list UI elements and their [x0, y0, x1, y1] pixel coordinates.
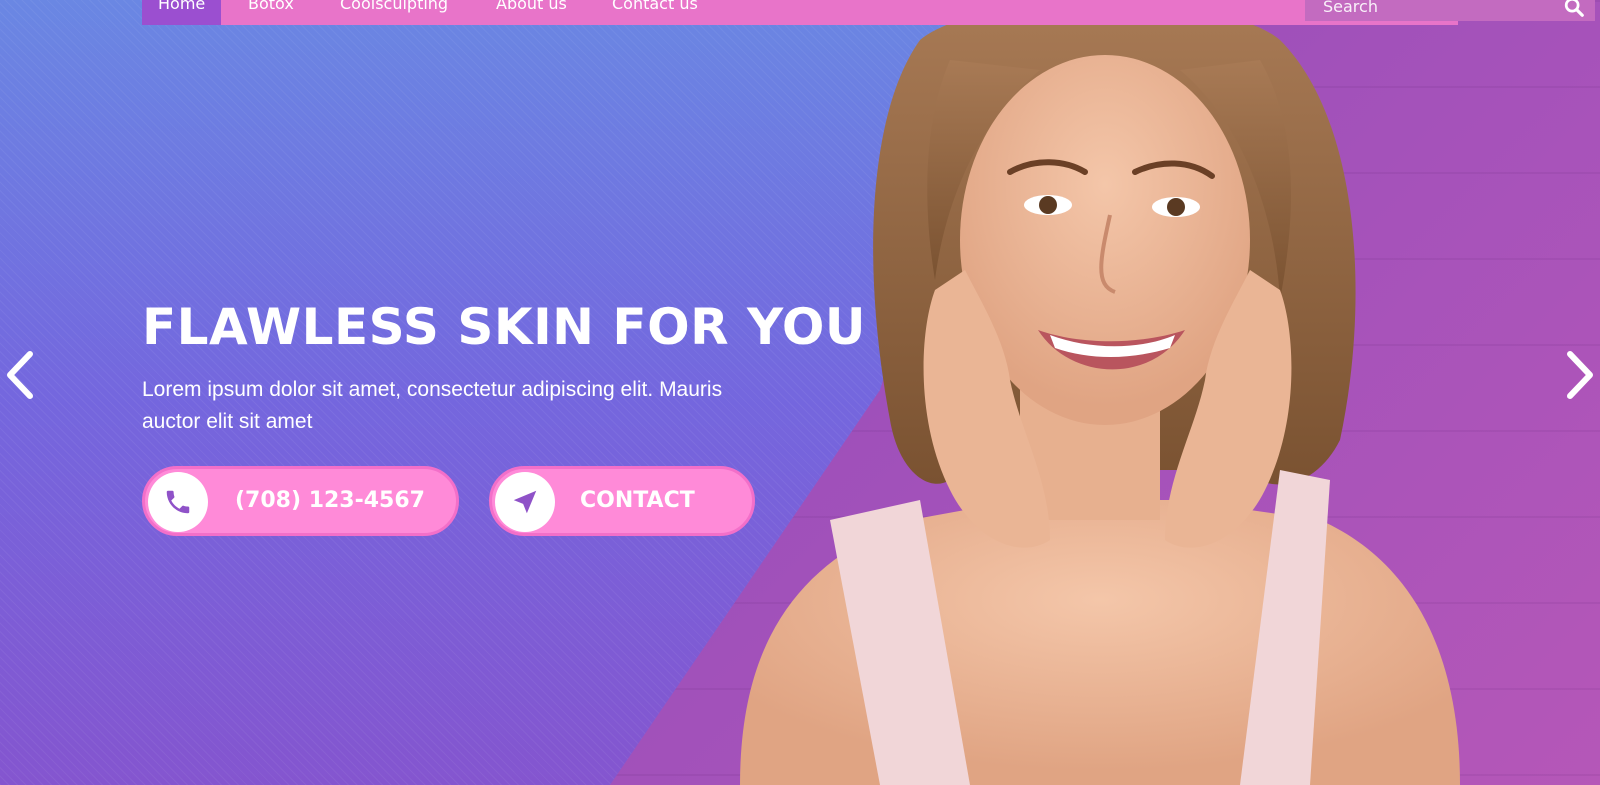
hero-title: FLAWLESS SKIN FOR YOU [142, 298, 867, 356]
chevron-right-icon[interactable] [1558, 350, 1598, 400]
nav-item-coolsculpting[interactable]: Coolsculpting [324, 0, 464, 25]
nav-item-home[interactable]: Home [142, 0, 222, 25]
contact-button[interactable]: CONTACT [489, 466, 755, 536]
phone-button[interactable]: (708) 123-4567 [142, 466, 459, 536]
hero-subtitle: Lorem ipsum dolor sit amet, consectetur … [142, 378, 723, 433]
contact-icon-circle [495, 472, 555, 532]
chevron-left-icon[interactable] [2, 350, 42, 400]
nav-item-about-us[interactable]: About us [480, 0, 583, 25]
nav-item-botox[interactable]: Botox [232, 0, 310, 25]
phone-icon-circle [148, 472, 208, 532]
navigation-arrow-icon [513, 490, 537, 514]
phone-icon [166, 490, 190, 514]
search-box [1305, 0, 1595, 21]
search-icon[interactable] [1563, 0, 1585, 18]
nav-item-contact-us[interactable]: Contact us [596, 0, 714, 25]
woman-photo [720, 0, 1480, 785]
phone-number-label: (708) 123-4567 [235, 488, 425, 513]
top-navbar: Home Botox Coolsculpting About us Contac… [142, 0, 1595, 25]
search-input[interactable] [1305, 0, 1581, 18]
contact-label: CONTACT [580, 488, 695, 513]
